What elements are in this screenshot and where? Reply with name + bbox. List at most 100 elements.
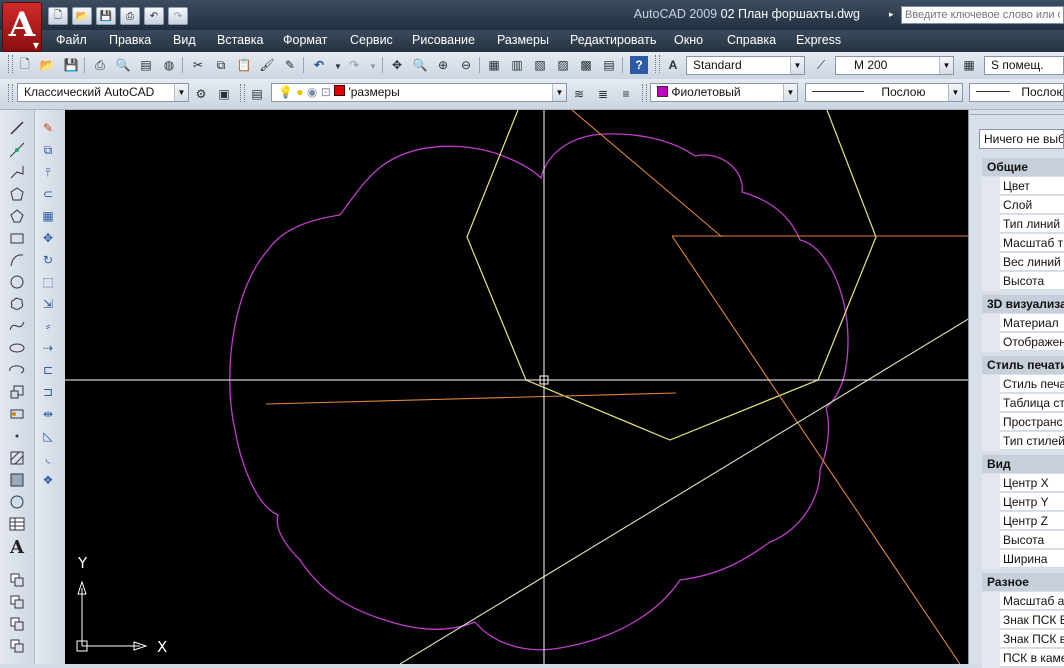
toolbar-grip[interactable] bbox=[8, 84, 13, 102]
redo-icon[interactable]: ↷ bbox=[168, 7, 188, 25]
property-row[interactable]: Масштаб т bbox=[1000, 234, 1064, 252]
drawing-canvas[interactable]: Y X bbox=[65, 110, 970, 664]
property-row[interactable]: Знак ПСК в bbox=[1000, 630, 1064, 648]
orange-short-line[interactable] bbox=[265, 392, 677, 405]
menu-help[interactable]: Справка bbox=[727, 33, 776, 47]
property-row[interactable]: Таблица ст bbox=[1000, 394, 1064, 412]
text-style-icon[interactable]: A bbox=[664, 56, 682, 74]
property-row[interactable]: Цвет bbox=[1000, 177, 1064, 195]
menu-edit[interactable]: Правка bbox=[109, 33, 151, 47]
scale-icon[interactable]: ⬚ bbox=[38, 272, 58, 292]
point-icon[interactable] bbox=[7, 426, 27, 446]
chevron-down-icon[interactable]: ▼ bbox=[948, 84, 962, 101]
workspace-save-icon[interactable]: ▣ bbox=[215, 85, 233, 103]
layer-states-icon[interactable]: ≡ bbox=[617, 85, 635, 103]
ellipse-arc-icon[interactable] bbox=[7, 360, 27, 380]
circle-icon[interactable] bbox=[7, 272, 27, 292]
open-file-icon[interactable]: 📂 bbox=[72, 7, 92, 25]
layout-icon[interactable] bbox=[7, 570, 27, 590]
stretch-icon[interactable]: ⇲ bbox=[38, 294, 58, 314]
arc-icon[interactable] bbox=[7, 250, 27, 270]
search-expand-icon[interactable]: ▸ bbox=[889, 9, 894, 20]
polygon-icon[interactable] bbox=[7, 184, 27, 204]
chevron-down-icon[interactable]: ▼ bbox=[790, 57, 804, 74]
layout-stack-icon[interactable] bbox=[7, 614, 27, 634]
copy-object-icon[interactable]: ⧉ bbox=[38, 140, 58, 160]
orange-long-diagonal-line[interactable] bbox=[671, 235, 961, 664]
toolbar-grip[interactable] bbox=[655, 55, 660, 73]
undo-icon[interactable]: ↶ bbox=[144, 7, 164, 25]
new-icon[interactable]: 🗋 bbox=[16, 56, 34, 74]
property-category[interactable]: Стиль печати bbox=[982, 356, 1064, 374]
table-style-select[interactable]: S помещ. bbox=[984, 56, 1064, 75]
layer-select[interactable]: 💡 ● ◉ ⊡ 'размеры ▼ bbox=[271, 83, 567, 102]
dimension-style-select[interactable]: М 200 ▼ bbox=[835, 56, 954, 75]
property-row[interactable]: Вес линий bbox=[1000, 253, 1064, 271]
color-select[interactable]: Фиолетовый ▼ bbox=[650, 83, 798, 102]
property-row[interactable]: Знак ПСК В bbox=[1000, 611, 1064, 629]
make-block-icon[interactable] bbox=[7, 404, 27, 424]
line-icon[interactable] bbox=[7, 118, 27, 138]
region-icon[interactable] bbox=[7, 492, 27, 512]
menu-format[interactable]: Формат bbox=[283, 33, 327, 47]
property-row[interactable]: Центр Y bbox=[1000, 493, 1064, 511]
property-row[interactable]: Стиль печа bbox=[1000, 375, 1064, 393]
help-icon[interactable]: ? bbox=[630, 56, 648, 74]
property-category[interactable]: Общие bbox=[982, 158, 1064, 176]
zoom-previous-icon[interactable]: ⊖ bbox=[457, 56, 475, 74]
layout-copy-icon[interactable] bbox=[7, 592, 27, 612]
array-icon[interactable]: ▦ bbox=[38, 206, 58, 226]
hatch-icon[interactable] bbox=[7, 448, 27, 468]
chevron-down-icon[interactable]: ▼ bbox=[939, 57, 953, 74]
move-icon[interactable]: ✥ bbox=[38, 228, 58, 248]
property-row[interactable]: Тип линий bbox=[1000, 215, 1064, 233]
lightbulb-icon[interactable]: 💡 bbox=[278, 85, 293, 99]
property-category[interactable]: 3D визуализа bbox=[982, 295, 1064, 313]
properties-icon[interactable]: ▦ bbox=[485, 56, 503, 74]
workspace-select[interactable]: Классический AutoCAD ▼ bbox=[17, 83, 189, 102]
revision-cloud-icon[interactable] bbox=[7, 294, 27, 314]
insert-block-icon[interactable] bbox=[7, 382, 27, 402]
rotate-icon[interactable]: ↻ bbox=[38, 250, 58, 270]
toolbar-grip[interactable] bbox=[8, 55, 13, 73]
gradient-icon[interactable] bbox=[7, 470, 27, 490]
property-category[interactable]: Разное bbox=[982, 573, 1064, 591]
ellipse-icon[interactable] bbox=[7, 338, 27, 358]
zoom-window-icon[interactable]: ⊕ bbox=[434, 56, 452, 74]
break-at-point-icon[interactable]: ⊏ bbox=[38, 360, 58, 380]
toolbar-grip[interactable] bbox=[240, 84, 245, 102]
orange-diagonal-line[interactable] bbox=[571, 110, 723, 238]
redo-icon[interactable]: ↷ bbox=[345, 56, 363, 74]
application-menu-button[interactable]: A ▼ bbox=[2, 2, 42, 52]
dimension-style-icon[interactable]: ⟋ bbox=[812, 56, 830, 74]
plot-preview-icon[interactable]: 🔍 bbox=[114, 56, 132, 74]
property-row[interactable]: Высота bbox=[1000, 272, 1064, 290]
property-row[interactable]: ПСК в камер bbox=[1000, 649, 1064, 667]
lineweight-select[interactable]: Послою bbox=[969, 83, 1064, 102]
text-style-select[interactable]: Standard ▼ bbox=[686, 56, 805, 75]
property-category[interactable]: Вид bbox=[982, 455, 1064, 473]
chamfer-icon[interactable]: ◺ bbox=[38, 426, 58, 446]
tool-palettes-icon[interactable]: ▧ bbox=[531, 56, 549, 74]
multiline-text-icon[interactable]: A bbox=[7, 537, 27, 558]
property-row[interactable]: Отображен bbox=[1000, 333, 1064, 351]
pan-icon[interactable]: ✥ bbox=[388, 56, 406, 74]
menu-window[interactable]: Окно bbox=[674, 33, 703, 47]
explode-icon[interactable]: ❖ bbox=[38, 470, 58, 490]
design-center-icon[interactable]: ▥ bbox=[508, 56, 526, 74]
search-input[interactable] bbox=[901, 6, 1064, 24]
layout-paste-icon[interactable] bbox=[7, 636, 27, 656]
offset-icon[interactable]: ⊂ bbox=[38, 184, 58, 204]
erase-icon[interactable]: ✎ bbox=[38, 118, 58, 138]
property-row[interactable]: Пространс bbox=[1000, 413, 1064, 431]
chevron-down-icon[interactable]: ▼ bbox=[552, 84, 566, 101]
open-icon[interactable]: 📂 bbox=[38, 56, 56, 74]
sheet-set-icon[interactable]: ▨ bbox=[554, 56, 572, 74]
menu-modify[interactable]: Редактировать bbox=[570, 33, 656, 47]
print-icon[interactable]: ⎙ bbox=[120, 7, 140, 25]
plot-icon[interactable]: ⎙ bbox=[91, 56, 109, 74]
layer-manager-icon[interactable]: ▤ bbox=[248, 85, 266, 103]
property-row[interactable]: Материал bbox=[1000, 314, 1064, 332]
mirror-icon[interactable]: ⫯ bbox=[38, 162, 58, 182]
table-icon[interactable] bbox=[7, 514, 27, 534]
